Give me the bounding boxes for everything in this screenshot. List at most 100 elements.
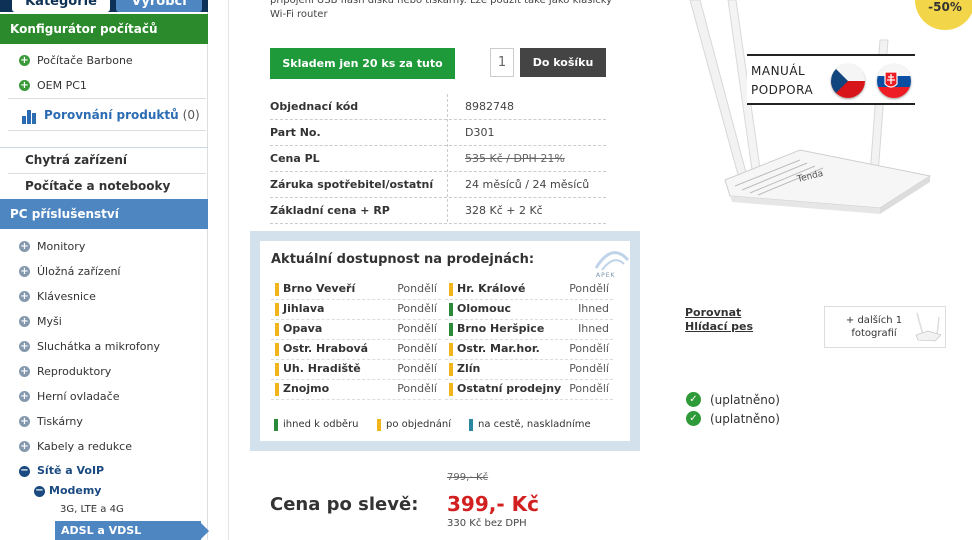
quantity-input[interactable]: [490, 48, 514, 77]
sale-price-label: Cena po slevě:: [270, 494, 419, 515]
sidebar-item-barebone[interactable]: + Počítače Barbone: [0, 50, 208, 72]
spec-row: Základní cena + RP 328 Kč + 2 Kč: [270, 198, 606, 224]
status-indicator: [275, 343, 279, 356]
shop-row: Hr. Králové Pondělí: [445, 280, 613, 300]
photo-thumbnail: [915, 312, 942, 342]
shop-name: Olomouc: [457, 302, 512, 315]
spec-value: D301: [465, 126, 495, 139]
compare-products-link[interactable]: Porovnání produktů (0): [22, 105, 200, 125]
sidebar-item-oem-pc[interactable]: + OEM PC1: [0, 75, 208, 97]
shop-status: Pondělí: [397, 342, 437, 355]
status-indicator: [449, 323, 453, 336]
sidebar-item-accessory[interactable]: + Tiskárny: [0, 411, 208, 433]
shop-name: Znojmo: [283, 382, 330, 395]
sidebar-item-label: Myši: [37, 315, 62, 328]
plus-icon: +: [19, 341, 30, 352]
status-indicator: [275, 303, 279, 316]
divider: [8, 130, 206, 131]
shop-status: Pondělí: [569, 282, 609, 295]
old-price: 799,- Kč: [447, 472, 489, 483]
availability-title: Aktuální dostupnost na prodejnách:: [271, 252, 535, 267]
product-description: připojení USB flash disků nebo tiskárny.…: [270, 0, 613, 20]
spec-row: Part No. D301: [270, 120, 606, 146]
manual-support-text: MANUÁL PODPORA: [751, 62, 813, 100]
sidebar-item-adsl-vdsl[interactable]: ADSL a VDSL: [55, 521, 209, 540]
sidebar-item-label: OEM PC1: [37, 79, 87, 92]
configurator-header[interactable]: Konfigurátor počítačů: [0, 14, 208, 44]
legend-label: na cestě, naskladníme: [478, 419, 591, 430]
sidebar-item-smart-devices[interactable]: Chytrá zařízení: [25, 153, 127, 167]
legend-label: po objednání: [386, 419, 451, 430]
spec-row: Záruka spotřebitel/ostatní 24 měsíců / 24…: [270, 172, 606, 198]
watchdog-link[interactable]: Hlídací pes: [685, 320, 753, 334]
category-tabs: Kategorie Výrobci: [0, 0, 208, 12]
spec-table: Objednací kód 8982748 Part No. D301 Cena PL 5…: [270, 94, 606, 224]
apek-logo-text: APEK: [596, 272, 616, 279]
legend-item: ihned k odběru: [274, 418, 359, 432]
manual-label: MANUÁL: [751, 64, 806, 78]
spec-value: 8982748: [465, 100, 514, 113]
pc-accessories-header[interactable]: PC příslušenství: [0, 199, 208, 229]
shop-status: Pondělí: [397, 362, 437, 375]
sidebar-item-accessory[interactable]: + Herní ovladače: [0, 386, 208, 408]
sale-price: 399,- Kč: [447, 492, 539, 516]
spec-key: Cena PL: [270, 152, 320, 165]
shop-row: Brno Veveří Pondělí: [271, 280, 441, 300]
plus-icon: +: [19, 391, 30, 402]
shop-status: Pondělí: [569, 342, 609, 355]
legend-item: na cestě, naskladníme: [469, 418, 591, 432]
sidebar-item-accessory[interactable]: + Kabely a redukce: [0, 436, 208, 458]
slovak-flag-icon: [877, 64, 911, 98]
status-indicator: [449, 303, 453, 316]
sidebar-item-modems[interactable]: − Modemy: [34, 483, 101, 499]
minus-icon: −: [34, 485, 45, 497]
plus-icon: +: [19, 291, 30, 302]
plus-icon: +: [19, 441, 30, 452]
shop-name: Ostr. Hrabová: [283, 342, 369, 355]
shop-status: Pondělí: [569, 362, 609, 375]
shop-row: Ostr. Mar.hor. Pondělí: [445, 340, 613, 360]
tab-categories[interactable]: Kategorie: [12, 0, 110, 12]
sidebar-item-label: Sluchátka a mikrofony: [37, 340, 160, 353]
tab-manufacturers[interactable]: Výrobci: [116, 0, 202, 12]
divider: [8, 173, 206, 174]
shop-row: Olomouc Ihned: [445, 300, 613, 320]
sidebar-item-label: Reproduktory: [37, 365, 112, 378]
sidebar-item-computers-notebooks[interactable]: Počítače a notebooky: [25, 179, 170, 193]
sidebar-item-accessory[interactable]: + Klávesnice: [0, 286, 208, 308]
plus-icon: +: [19, 55, 30, 66]
sidebar-item-accessory[interactable]: + Myši: [0, 311, 208, 333]
applied-item: ✓ (uplatněno): [686, 392, 780, 408]
compare-link[interactable]: Porovnat: [685, 306, 741, 320]
shop-name: Hr. Králové: [457, 282, 526, 295]
stock-button[interactable]: Skladem jen 20 ks za tuto cenu: [270, 48, 455, 101]
plus-icon: +: [19, 316, 30, 327]
shop-name: Brno Veveří: [283, 282, 356, 295]
sidebar-item-lte[interactable]: 3G, LTE a 4G: [60, 501, 124, 519]
status-indicator: [275, 363, 279, 376]
sidebar-item-accessory[interactable]: + Reproduktory: [0, 361, 208, 383]
applied-label: (uplatněno): [710, 412, 780, 426]
sidebar-item-label: Herní ovladače: [37, 390, 120, 403]
router-product-image[interactable]: Tenda: [670, 0, 940, 270]
shop-status: Pondělí: [397, 322, 437, 335]
compare-label: Porovnání produktů: [44, 108, 179, 122]
status-indicator: [449, 283, 453, 296]
shop-status: Pondělí: [397, 282, 437, 295]
more-photos-button[interactable]: + dalších 1 fotografií: [824, 306, 946, 348]
shop-row: Zlín Pondělí: [445, 360, 613, 380]
status-indicator: [275, 283, 279, 296]
sidebar-item-label: Tiskárny: [37, 415, 83, 428]
add-to-cart-button[interactable]: Do košíku: [520, 48, 606, 77]
sidebar-item-label: Modemy: [49, 484, 102, 497]
sidebar-item-accessory[interactable]: + Úložná zařízení: [0, 261, 208, 283]
sidebar-item-accessory[interactable]: + Sluchátka a mikrofony: [0, 336, 208, 358]
spec-row: Cena PL 535 Kč / DPH 21%: [270, 146, 606, 172]
shop-row: Jihlava Pondělí: [271, 300, 441, 320]
sidebar-item-accessory[interactable]: + Monitory: [0, 236, 208, 258]
divider: [8, 98, 206, 99]
compare-count: (0): [182, 108, 200, 122]
sidebar-item-networks-voip[interactable]: Sítě a VoIP: [37, 462, 104, 480]
divider: [0, 147, 208, 148]
spec-key: Part No.: [270, 126, 321, 139]
